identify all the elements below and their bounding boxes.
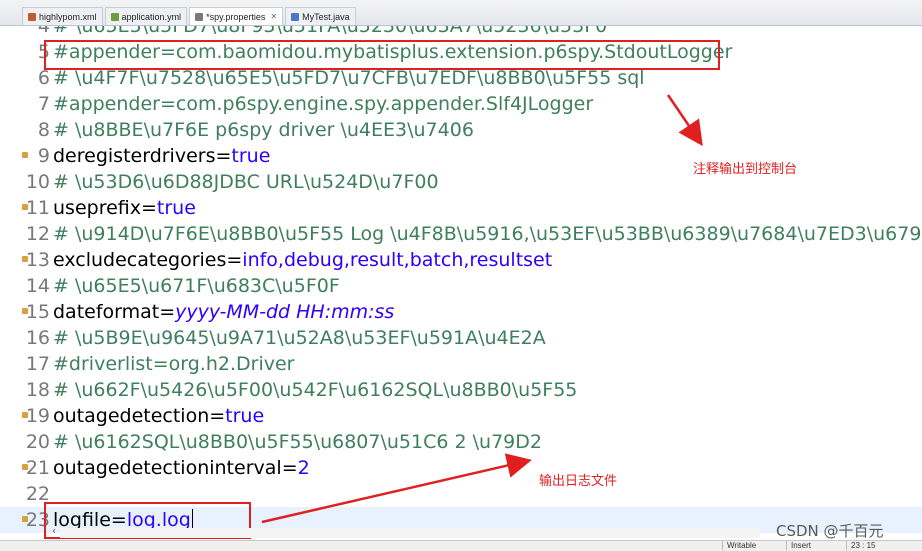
scroll-left-arrow[interactable]: ‹ xyxy=(52,526,56,537)
annotation-console-output: 注释输出到控制台 xyxy=(693,162,798,177)
horizontal-scrollbar[interactable] xyxy=(60,528,760,538)
status-writable: Writable xyxy=(722,541,786,550)
status-insert-mode: Insert xyxy=(786,541,845,550)
annotation-arrows xyxy=(261,94,703,524)
arrow-to-line-23 xyxy=(261,453,532,524)
annotation-log-file: 输出日志文件 xyxy=(539,474,618,489)
arrow-to-line-5 xyxy=(666,94,703,147)
csdn-watermark: CSDN @千百元 xyxy=(776,522,884,540)
status-cursor-position: 23 : 15 xyxy=(846,541,921,550)
